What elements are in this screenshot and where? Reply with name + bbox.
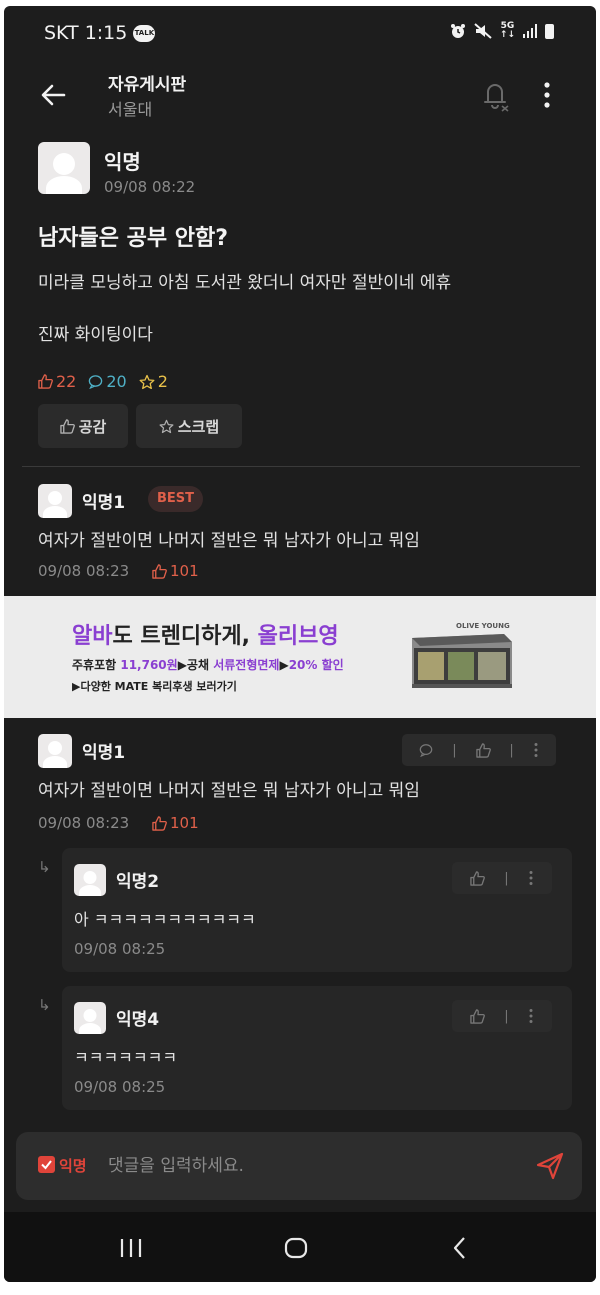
reply-text: ㅋㅋㅋㅋㅋㅋㅋ (74, 1048, 178, 1067)
post-body-line2: 진짜 화이팅이다 (38, 325, 153, 345)
home-icon[interactable] (282, 1234, 310, 1262)
comment-avatar (38, 734, 72, 768)
status-bar: SKT 1:15 TALK 5G ↑↓ (4, 6, 596, 62)
board-title: 자유게시판 (108, 75, 187, 95)
carrier-time: SKT 1:15 (44, 22, 128, 44)
best-comment-time: 09/08 08:23 (38, 562, 130, 580)
reply-author: 익명4 (116, 1010, 160, 1030)
store-image (412, 634, 512, 688)
ad-subtitle: 주휴포함 11,760원▶공채 서류전형면제▶20% 할인 (72, 658, 344, 672)
thumbs-up-icon (152, 563, 167, 579)
scrap-button[interactable]: 스크랩 (136, 404, 242, 448)
signal-icon (523, 24, 537, 38)
alarm-icon (450, 24, 465, 38)
nav-back-icon[interactable] (450, 1234, 470, 1262)
reply-author: 익명2 (116, 872, 160, 892)
post-time: 09/08 08:22 (104, 178, 196, 196)
reply-card: 익명4 | ㅋㅋㅋㅋㅋㅋㅋ 09/08 08:25 (62, 986, 572, 1110)
thumbs-up-icon[interactable] (470, 1008, 485, 1024)
system-nav-bar (4, 1212, 596, 1282)
thumbs-up-icon[interactable] (475, 742, 491, 758)
reply-actions: | (452, 862, 552, 894)
bell-off-icon[interactable] (480, 78, 510, 112)
like-button[interactable]: 공감 (38, 404, 128, 448)
reply-arrow-icon: ↳ (38, 996, 51, 1014)
status-left: SKT 1:15 TALK (44, 22, 156, 44)
comment-avatar (38, 484, 72, 518)
like-count: 22 (38, 372, 76, 391)
post-title: 남자들은 공부 안함? (38, 226, 229, 251)
more-vert-icon[interactable] (528, 1008, 534, 1024)
star-icon (139, 374, 155, 389)
thumbs-up-icon[interactable] (470, 870, 485, 886)
thumbs-up-icon (38, 374, 53, 389)
anonymous-label[interactable]: 익명 (59, 1155, 87, 1176)
check-icon (41, 1160, 52, 1170)
more-vert-icon[interactable] (528, 870, 534, 886)
scrap-count: 2 (139, 372, 168, 391)
separator: | (452, 742, 457, 758)
comment-composer: 익명 (16, 1132, 582, 1200)
ad-title: 알바도 트렌디하게, 올리브영 (72, 624, 339, 649)
post-author: 익명 (104, 150, 141, 174)
send-icon[interactable] (534, 1150, 566, 1182)
network-5g-icon: 5G ↑↓ (499, 21, 515, 40)
reply-icon[interactable] (419, 743, 433, 757)
post-stats: 22 20 2 (38, 372, 168, 391)
best-badge: BEST (148, 486, 204, 512)
best-comment-likes: 101 (152, 562, 199, 580)
reply-avatar (74, 1002, 106, 1034)
reply-text: 아 ㅋㅋㅋㅋㅋㅋㅋㅋㅋㅋㅋ (74, 910, 256, 929)
separator: | (509, 742, 514, 758)
best-comment-author: 익명1 (82, 493, 126, 513)
ad-cta: ▶다양한 MATE 복리후생 보러가기 (72, 680, 237, 693)
ad-banner[interactable]: 알바도 트렌디하게, 올리브영 주휴포함 11,760원▶공채 서류전형면제▶2… (4, 596, 596, 718)
star-icon (159, 419, 174, 433)
recent-apps-icon[interactable] (118, 1234, 144, 1262)
comment-count: 20 (88, 372, 127, 391)
school-name: 서울대 (108, 100, 153, 119)
comment-text: 여자가 절반이면 나머지 절반은 뭐 남자가 아니고 뭐임 (38, 781, 420, 801)
post-body-line1: 미라클 모닝하고 아침 도서관 왔더니 여자만 절반이네 에휴 (38, 273, 452, 293)
comment-likes: 101 (152, 814, 199, 832)
comment-time: 09/08 08:23 (38, 814, 130, 832)
battery-icon (545, 23, 554, 39)
divider (22, 466, 580, 467)
app-bar: 자유게시판 서울대 (4, 62, 596, 134)
separator: | (504, 1008, 509, 1024)
post-author-avatar (38, 142, 90, 194)
more-vert-icon[interactable] (540, 80, 554, 110)
back-arrow-icon[interactable] (38, 80, 68, 110)
comment-input[interactable] (108, 1150, 508, 1182)
mute-icon (474, 23, 492, 39)
thumbs-up-icon (152, 815, 167, 831)
comment-icon (89, 375, 103, 389)
reply-time: 09/08 08:25 (74, 1078, 166, 1096)
comment-actions: | | (402, 734, 556, 766)
reply-arrow-icon: ↳ (38, 858, 51, 876)
more-vert-icon[interactable] (533, 742, 539, 758)
separator: | (504, 870, 509, 886)
thumbs-up-icon (59, 418, 75, 434)
comment-author: 익명1 (82, 743, 126, 763)
reply-avatar (74, 864, 106, 896)
phone-screen: SKT 1:15 TALK 5G ↑↓ 자유게시판 서울대 익명 09/08 08… (4, 6, 596, 1282)
reply-time: 09/08 08:25 (74, 940, 166, 958)
reply-card: 익명2 | 아 ㅋㅋㅋㅋㅋㅋㅋㅋㅋㅋㅋ 09/08 08:25 (62, 848, 572, 972)
best-comment-text: 여자가 절반이면 나머지 절반은 뭐 남자가 아니고 뭐임 (38, 531, 420, 551)
kakaotalk-notification-icon: TALK (133, 24, 156, 42)
status-right: 5G ↑↓ (450, 22, 554, 40)
reply-actions: | (452, 1000, 552, 1032)
anonymous-checkbox[interactable] (38, 1156, 55, 1173)
